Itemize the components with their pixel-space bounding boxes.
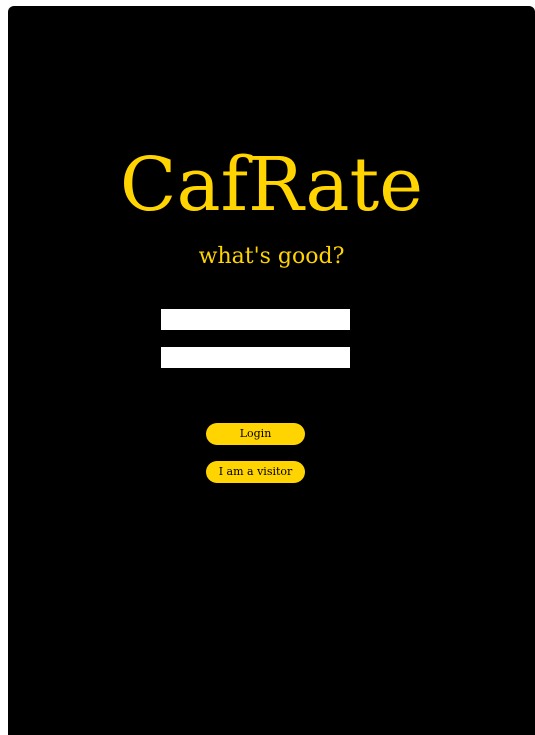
username-field[interactable]	[161, 309, 350, 330]
login-screen: CafRate what's good? Login I am a visito…	[8, 6, 535, 735]
app-logo-title: CafRate	[119, 142, 424, 228]
login-button[interactable]: Login	[206, 423, 305, 445]
password-field[interactable]	[161, 347, 350, 368]
visitor-button[interactable]: I am a visitor	[206, 461, 305, 483]
app-tagline: what's good?	[198, 244, 345, 269]
